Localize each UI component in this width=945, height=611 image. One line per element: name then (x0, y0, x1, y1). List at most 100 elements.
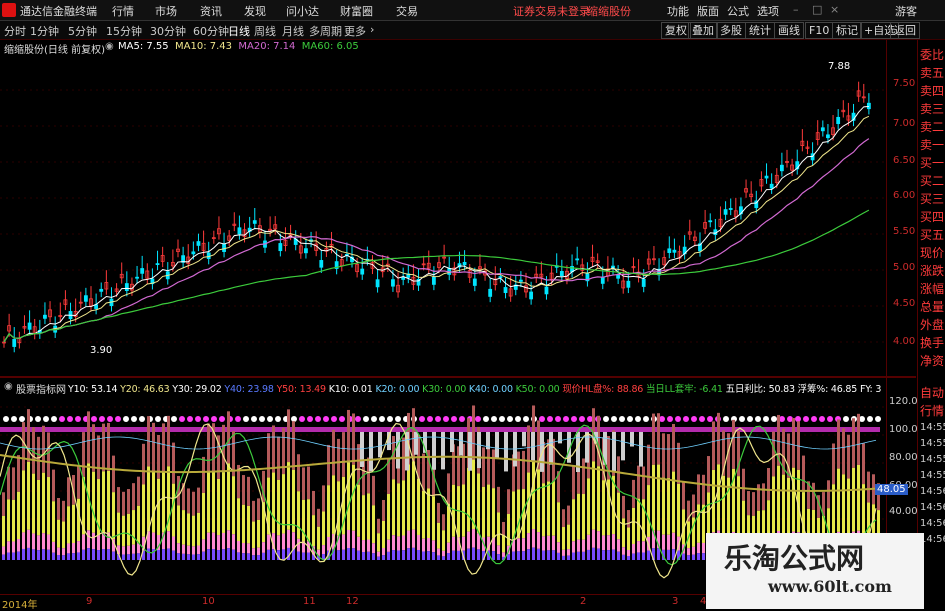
period-15min[interactable]: 15分钟 (106, 23, 142, 39)
bar-segment (827, 480, 830, 509)
bar-segment (127, 489, 130, 514)
side-item[interactable]: 涨跌 (920, 262, 944, 279)
period-day[interactable]: 日线 (228, 23, 250, 39)
period-timeshare[interactable]: 分时 (4, 23, 26, 39)
side-item[interactable]: 卖一 (920, 136, 944, 153)
date-label: 10 (202, 596, 215, 607)
bar-segment (12, 499, 15, 542)
adjust-button[interactable]: 复权 (661, 22, 691, 39)
f10-button[interactable]: F10 (805, 22, 834, 39)
candle-body (529, 291, 534, 300)
menu-trade[interactable]: 交易 (396, 3, 418, 19)
bar-segment (207, 471, 210, 533)
maximize-icon[interactable]: □ (812, 3, 822, 16)
minimize-icon[interactable]: – (793, 3, 799, 16)
draw-button[interactable]: 画线 (774, 22, 804, 39)
side-item[interactable]: 外盘 (920, 316, 944, 333)
menu-layout[interactable]: 版面 (697, 3, 719, 19)
period-week[interactable]: 周线 (254, 23, 276, 39)
signal-dot (179, 416, 185, 422)
bar-segment (292, 532, 295, 549)
bar-segment (242, 475, 245, 505)
bar-segment (772, 431, 775, 477)
back-button[interactable]: 返回 (890, 22, 920, 39)
bar-segment (657, 548, 660, 560)
menu-function[interactable]: 功能 (667, 3, 689, 19)
side-item[interactable]: 买二 (920, 172, 944, 189)
close-icon[interactable]: × (830, 3, 839, 16)
period-5min[interactable]: 5分钟 (68, 23, 97, 39)
overlay-button[interactable]: 叠加 (688, 22, 718, 39)
bar-segment (52, 469, 55, 502)
bar-segment (47, 549, 50, 560)
bar-segment (577, 493, 580, 540)
bar-segment (712, 421, 715, 470)
more-chevron-icon[interactable]: › (370, 23, 374, 36)
menu-ask[interactable]: 问小达 (286, 3, 319, 19)
side2-item[interactable]: 行情 (920, 402, 944, 419)
signal-dot (91, 416, 97, 422)
side-item[interactable]: 卖四 (920, 82, 944, 99)
grey-bar (621, 432, 625, 461)
side-item[interactable]: 卖五 (920, 64, 944, 81)
grey-bar (477, 432, 481, 469)
signal-dot (307, 416, 313, 422)
signal-dot (691, 416, 697, 422)
side-item[interactable]: 涨幅 (920, 280, 944, 297)
bar-segment (867, 471, 870, 503)
bar-segment (297, 551, 300, 560)
side-item[interactable]: 买四 (920, 208, 944, 225)
menu-market[interactable]: 市场 (155, 3, 177, 19)
period-more[interactable]: 更多 (344, 23, 366, 39)
period-1min[interactable]: 1分钟 (30, 23, 59, 39)
side-item[interactable]: 换手 (920, 334, 944, 351)
stats-button[interactable]: 统计 (745, 22, 775, 39)
bar-segment (132, 483, 135, 511)
guest-label[interactable]: 游客 (895, 3, 917, 19)
bar-segment (207, 423, 210, 472)
ind-k50: K50: 0.00 (515, 384, 560, 395)
menu-news[interactable]: 资讯 (200, 3, 222, 19)
side-item[interactable]: 买五 (920, 226, 944, 243)
bar-segment (57, 519, 60, 548)
signal-dot (275, 416, 281, 422)
side-item[interactable]: 卖三 (920, 100, 944, 117)
bar-segment (67, 543, 70, 554)
login-warning[interactable]: 证券交易未登录 (513, 3, 590, 19)
signal-dot (291, 416, 297, 422)
mark-button[interactable]: 标记 (832, 22, 862, 39)
side2-item[interactable]: 自动 (920, 384, 944, 401)
price-tick: 4.00 (893, 336, 916, 347)
side-item[interactable]: 净资 (920, 352, 944, 369)
menu-formula[interactable]: 公式 (727, 3, 749, 19)
side-item[interactable]: 买一 (920, 154, 944, 171)
side-item[interactable]: 总量 (920, 298, 944, 315)
bar-segment (552, 550, 555, 560)
side-item[interactable]: 买三 (920, 190, 944, 207)
bar-segment (267, 534, 270, 550)
bar-segment (637, 541, 640, 553)
indicator-settings-icon[interactable]: ◉ (4, 381, 13, 392)
bar-segment (562, 555, 565, 560)
bar-segment (212, 549, 215, 560)
period-60min[interactable]: 60分钟 (193, 23, 229, 39)
price-tick: 5.00 (893, 262, 916, 273)
menu-options[interactable]: 选项 (757, 3, 779, 19)
bar-segment (697, 474, 700, 505)
multi-stock-button[interactable]: 多股 (716, 22, 746, 39)
bar-segment (492, 449, 495, 489)
period-multi[interactable]: 多周期 (309, 23, 342, 39)
bar-segment (632, 479, 635, 508)
menu-discover[interactable]: 发现 (244, 3, 266, 19)
pane-divider[interactable] (0, 376, 916, 378)
period-30min[interactable]: 30分钟 (150, 23, 186, 39)
bar-segment (502, 521, 505, 536)
side-item[interactable]: 委比 (920, 46, 944, 63)
menu-wealth[interactable]: 财富圈 (340, 3, 373, 19)
side-item[interactable]: 现价 (920, 244, 944, 261)
period-month[interactable]: 月线 (282, 23, 304, 39)
menu-quotes[interactable]: 行情 (112, 3, 134, 19)
candlestick-chart[interactable]: 7.88 3.90 (0, 40, 885, 375)
side-item[interactable]: 卖二 (920, 118, 944, 135)
bar-segment (47, 477, 50, 535)
